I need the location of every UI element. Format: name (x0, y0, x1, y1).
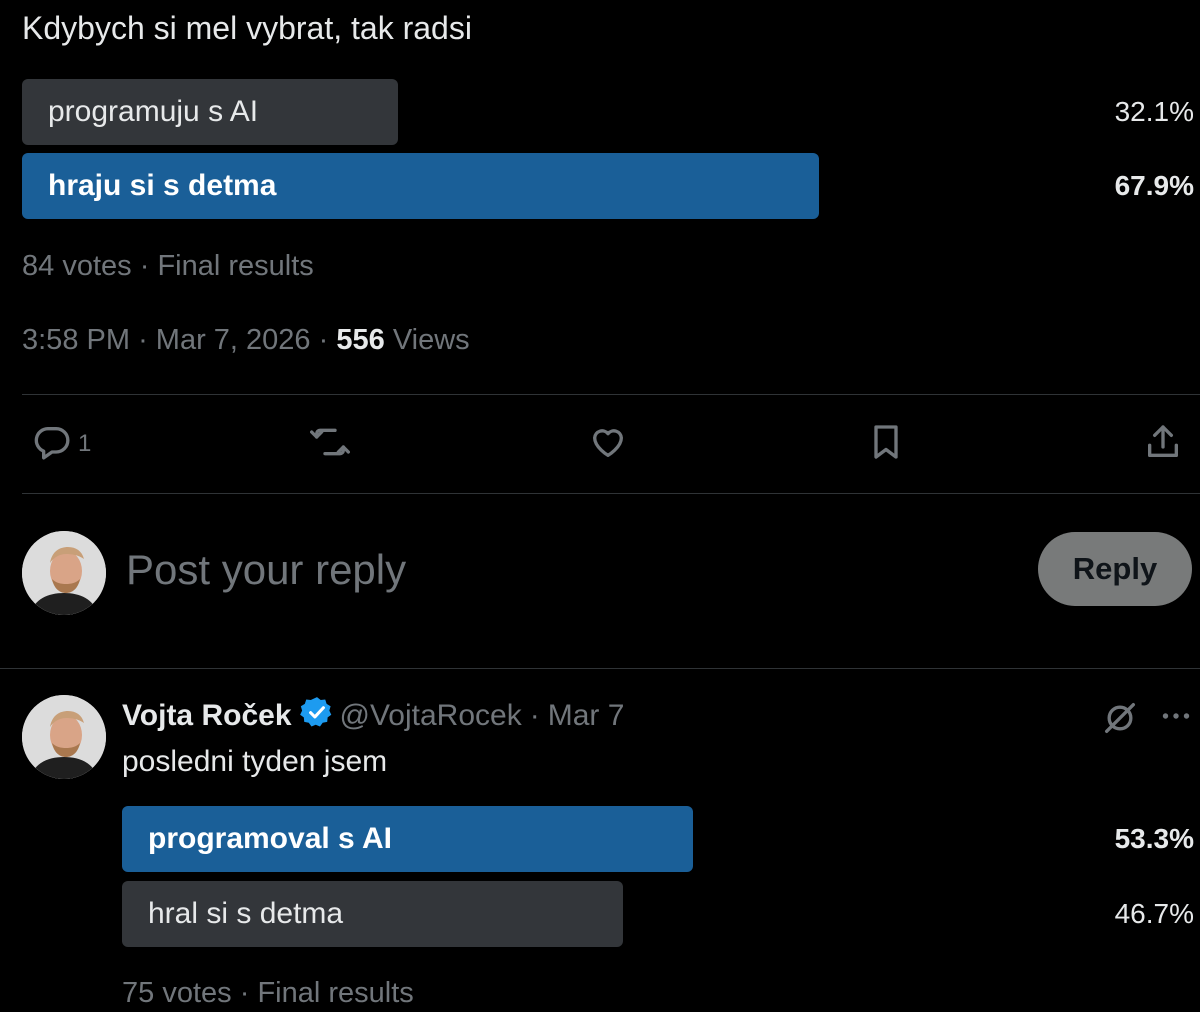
bookmark-button[interactable] (866, 418, 906, 470)
share-icon (1143, 422, 1183, 467)
more-icon[interactable] (1158, 698, 1194, 734)
like-icon (588, 422, 628, 467)
meta-separator: · (138, 324, 148, 356)
poll-option-bar: hral si s detma (122, 881, 623, 947)
poll-option-label: hral si s detma (148, 897, 344, 930)
post-time[interactable]: 3:58 PM (22, 324, 130, 356)
meta-separator: · (239, 977, 250, 1009)
poll-meta: 84 votes · Final results (22, 248, 314, 284)
poll-option-bar: programuju s AI (22, 79, 398, 145)
meta-separator: · (139, 250, 150, 282)
bookmark-icon (866, 422, 906, 467)
poll-status: Final results (157, 250, 314, 282)
meta-separator: · (529, 699, 540, 732)
reply-input[interactable]: Post your reply (126, 540, 406, 600)
post-text: Kdybych si mel vybrat, tak radsi (22, 10, 472, 46)
poll-option-percent: 53.3% (1114, 823, 1194, 854)
reply-submit-button[interactable]: Reply (1038, 532, 1192, 606)
views-count: 556 (336, 324, 385, 356)
post-header: Vojta Roček @VojtaRocek · Mar 7 (122, 694, 624, 738)
poll-status: Final results (257, 977, 414, 1009)
author-handle[interactable]: @VojtaRocek (340, 699, 522, 733)
reply-post-text: posledni tyden jsem (122, 745, 388, 778)
share-button[interactable] (1143, 418, 1183, 470)
post-timestamp: 3:58 PM · Mar 7, 2026 · 556 Views (22, 322, 470, 358)
verified-icon (292, 695, 340, 737)
avatar[interactable] (22, 531, 106, 615)
poll-vote-count: 75 votes (122, 977, 232, 1009)
poll-option-label: hraju si s detma (48, 169, 277, 202)
poll-vote-count: 84 votes (22, 250, 132, 282)
reply-button[interactable]: 1 (32, 418, 91, 470)
poll-option-label: programoval s AI (148, 822, 392, 855)
views-label: Views (392, 324, 470, 356)
repost-button[interactable] (310, 418, 350, 470)
avatar[interactable] (22, 695, 106, 779)
reply-count: 1 (78, 430, 92, 457)
reply-icon (32, 422, 72, 467)
post-date[interactable]: Mar 7, 2026 (156, 324, 311, 356)
meta-separator: · (318, 324, 329, 356)
poll-option-percent: 32.1% (1114, 96, 1194, 127)
divider (22, 493, 1200, 494)
like-button[interactable] (588, 418, 628, 470)
divider (22, 394, 1200, 395)
poll-meta: 75 votes · Final results (122, 975, 414, 1011)
repost-icon (310, 422, 350, 467)
poll-option-percent: 46.7% (1114, 898, 1194, 929)
author-name[interactable]: Vojta Roček (122, 699, 292, 733)
poll-option-bar: hraju si s detma (22, 153, 819, 219)
post-date[interactable]: Mar 7 (548, 699, 625, 733)
poll-option-bar: programoval s AI (122, 806, 693, 872)
grok-icon[interactable] (1100, 698, 1140, 738)
divider (0, 668, 1200, 669)
poll-option-label: programuju s AI (48, 95, 259, 128)
poll-option-percent: 67.9% (1114, 170, 1194, 201)
